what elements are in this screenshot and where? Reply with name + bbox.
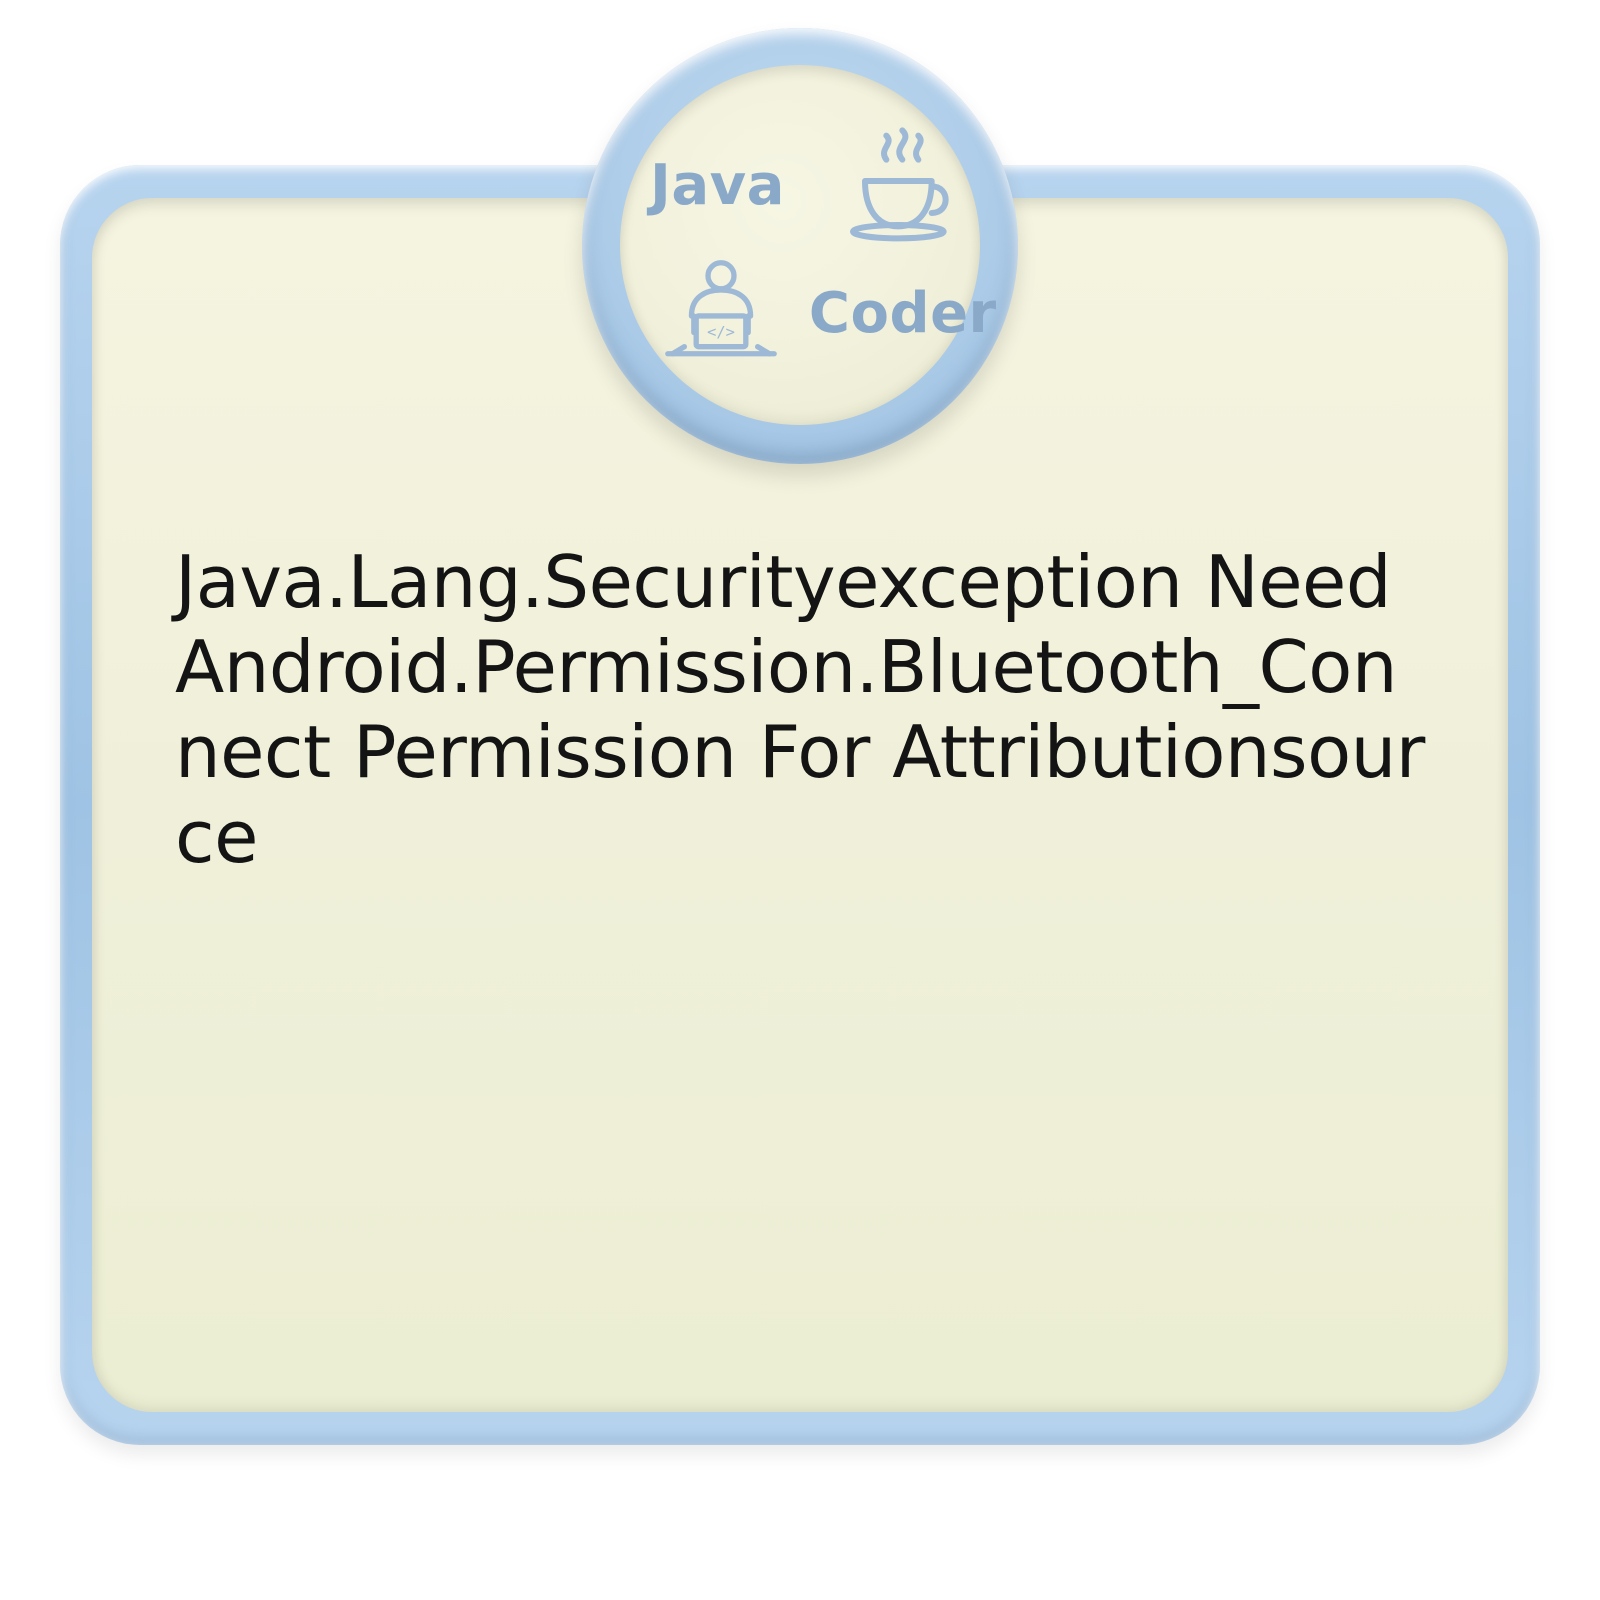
card-stage: Java — [0, 0, 1600, 1600]
logo-text-coder: Coder — [805, 281, 997, 346]
svg-text:</>: </> — [708, 323, 736, 341]
java-coffee-icon — [841, 125, 961, 245]
error-message-text: Java.Lang.Securityexception Need Android… — [175, 540, 1425, 880]
logo-grid: Java — [650, 125, 950, 365]
logo-text-java: Java — [650, 153, 793, 218]
logo-badge-inner: Java — [620, 65, 980, 425]
coder-person-icon: </> — [656, 253, 786, 373]
